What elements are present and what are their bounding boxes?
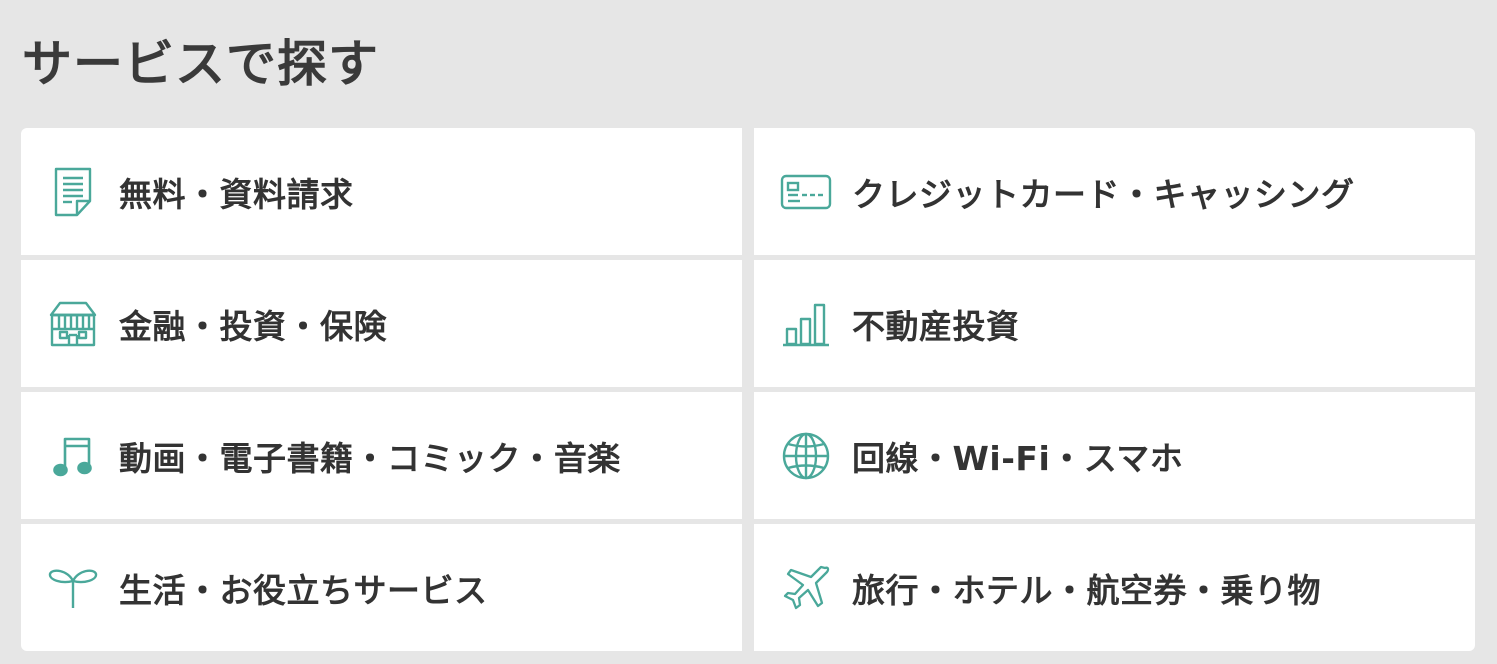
sprout-icon xyxy=(47,562,99,614)
service-card-real-estate[interactable]: 不動産投資 xyxy=(754,260,1475,387)
service-label: 無料・資料請求 xyxy=(119,174,354,214)
service-card-free-documents[interactable]: 無料・資料請求 xyxy=(21,128,742,255)
service-label: 不動産投資 xyxy=(852,306,1020,346)
bank-building-icon xyxy=(47,298,99,350)
service-card-credit-card[interactable]: クレジットカード・キャッシング xyxy=(754,128,1475,255)
service-grid: 無料・資料請求 クレジットカード・キャッシング 金融・投資・保険 不動産投資 動… xyxy=(21,128,1476,651)
document-icon xyxy=(47,166,99,218)
service-card-media[interactable]: 動画・電子書籍・コミック・音楽 xyxy=(21,392,742,519)
page-title: サービスで探す xyxy=(22,35,379,93)
service-label: 回線・Wi-Fi・スマホ xyxy=(852,438,1184,478)
service-label: 金融・投資・保険 xyxy=(119,306,387,346)
globe-icon xyxy=(780,430,832,482)
service-label: 旅行・ホテル・航空券・乗り物 xyxy=(852,570,1321,610)
service-card-travel[interactable]: 旅行・ホテル・航空券・乗り物 xyxy=(754,524,1475,651)
service-label: クレジットカード・キャッシング xyxy=(852,174,1355,214)
service-label: 生活・お役立ちサービス xyxy=(119,570,488,610)
bar-chart-icon xyxy=(780,298,832,350)
service-card-lifestyle[interactable]: 生活・お役立ちサービス xyxy=(21,524,742,651)
airplane-icon xyxy=(780,562,832,614)
service-card-finance[interactable]: 金融・投資・保険 xyxy=(21,260,742,387)
service-label: 動画・電子書籍・コミック・音楽 xyxy=(119,438,621,478)
service-card-network[interactable]: 回線・Wi-Fi・スマホ xyxy=(754,392,1475,519)
credit-card-icon xyxy=(780,166,832,218)
music-note-icon xyxy=(47,430,99,482)
